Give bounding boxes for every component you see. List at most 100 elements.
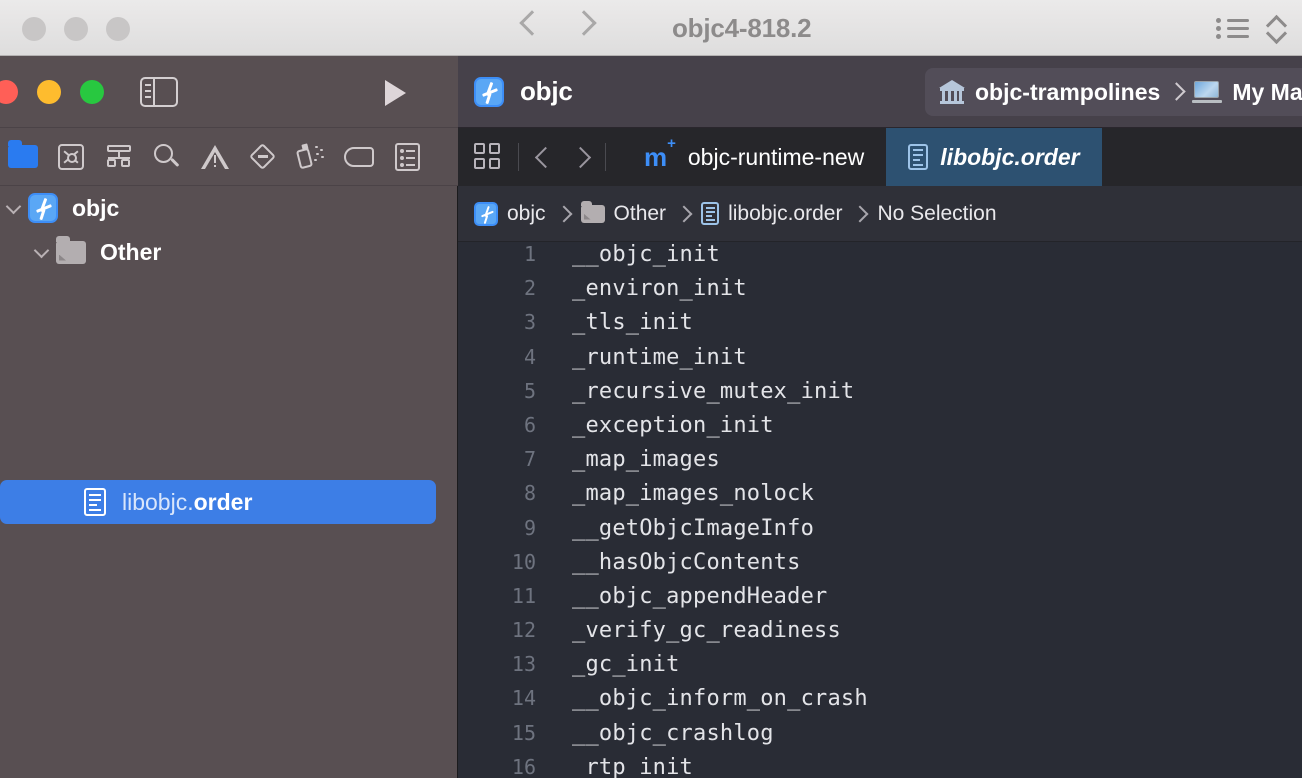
code-text: __objc_init (572, 242, 720, 267)
navigator-pane: objc Other libobjc. order (0, 56, 458, 778)
code-line: 3 _tls_init (458, 310, 1302, 344)
code-line: 4 _runtime_init (458, 345, 1302, 379)
os-navigation (520, 8, 592, 38)
list-icon[interactable] (1216, 16, 1250, 42)
sidebar-toggle-icon[interactable] (140, 77, 178, 107)
editor-tab-bar: m+ objc-runtime-new libobjc.order (458, 128, 1302, 186)
code-text: _map_images (572, 447, 720, 473)
tree-item-label: objc (72, 194, 120, 221)
breadcrumb-item-project[interactable]: objc (507, 202, 546, 226)
code-line: 1 __objc_init (458, 242, 1302, 276)
tree-item-libobjc-order[interactable]: libobjc. order (0, 480, 436, 524)
forward-chevron-icon[interactable] (575, 8, 592, 38)
editor-toolbar: objc objc-trampolines My Ma (458, 56, 1302, 128)
code-text: _tls_init (572, 310, 694, 336)
code-line: 6 _exception_init (458, 413, 1302, 447)
back-chevron-icon[interactable] (535, 143, 551, 171)
code-text: _recursive_mutex_init (572, 378, 855, 404)
close-button[interactable] (0, 80, 18, 104)
zoom-button[interactable] (80, 80, 104, 104)
divider (518, 143, 519, 171)
xcode-window: objc4-818.2 objc Other libobjc. order ob… (0, 0, 1302, 778)
tab-libobjc-order[interactable]: libobjc.order (886, 128, 1102, 186)
xcode-project-icon (28, 193, 58, 223)
code-line: 12 _verify_gc_readiness (458, 618, 1302, 652)
objcpp-file-icon: m+ (644, 135, 676, 172)
line-number: 3 (523, 310, 536, 335)
back-chevron-icon[interactable] (520, 8, 537, 38)
os-zoom-button[interactable] (106, 17, 130, 41)
sidebar-item-project-navigator[interactable] (6, 140, 40, 174)
breadcrumb-item-file[interactable]: libobjc.order (728, 202, 842, 226)
line-number: 11 (511, 583, 536, 608)
os-window-controls (22, 17, 130, 41)
editor-pane: objc objc-trampolines My Ma m+ objc-runt… (458, 56, 1302, 778)
line-number: 12 (511, 618, 536, 643)
sidebar-item-issue-navigator[interactable] (198, 140, 232, 174)
navigator-toolbar (0, 56, 458, 128)
line-number: 16 (511, 754, 536, 778)
os-title-bar-right (1216, 14, 1286, 44)
code-line: 16 _rtp_init (458, 755, 1302, 778)
line-number: 8 (523, 481, 536, 506)
chevron-right-icon (854, 204, 865, 224)
stepper-icon[interactable] (1266, 14, 1286, 44)
breadcrumb-item-selection[interactable]: No Selection (877, 202, 996, 226)
code-line: 10 __hasObjcContents (458, 550, 1302, 584)
forward-chevron-icon[interactable] (573, 143, 589, 171)
line-number: 1 (523, 242, 536, 266)
xcode-body: objc Other libobjc. order objc objc-tram… (0, 56, 1302, 778)
tree-item-label-bold: order (193, 488, 253, 515)
code-text: _exception_init (572, 412, 774, 438)
diamond-icon (249, 142, 277, 171)
code-text: _environ_init (572, 276, 747, 302)
code-text: _map_images_nolock (572, 481, 815, 507)
source-control-icon (58, 143, 84, 170)
scheme-target-label: objc-trampolines (975, 78, 1161, 105)
code-line: 7 _map_images (458, 447, 1302, 481)
line-number: 2 (523, 276, 536, 301)
xcode-project-icon (474, 76, 504, 107)
sidebar-item-find-navigator[interactable] (150, 140, 184, 174)
minimize-button[interactable] (37, 80, 61, 104)
laptop-icon (1192, 81, 1223, 103)
line-number: 6 (523, 412, 536, 437)
tree-item-other[interactable]: Other (0, 230, 458, 274)
sidebar-item-debug-navigator[interactable] (294, 140, 328, 174)
scheme-selector[interactable]: objc-trampolines My Mac (925, 68, 1302, 116)
code-line: 13 _gc_init (458, 652, 1302, 686)
sidebar-item-symbol-navigator[interactable] (102, 140, 136, 174)
navigator-filter-bar (0, 128, 458, 186)
spray-icon (295, 142, 326, 171)
code-text: __objc_inform_on_crash (572, 686, 868, 712)
os-minimize-button[interactable] (64, 17, 88, 41)
editor-options-icon[interactable] (474, 143, 502, 171)
chevron-right-icon (558, 204, 569, 224)
code-line: 9 __getObjcImageInfo (458, 516, 1302, 550)
folder-icon (8, 140, 38, 168)
sidebar-item-test-navigator[interactable] (246, 140, 280, 174)
code-text: _verify_gc_readiness (572, 618, 841, 644)
run-button[interactable] (385, 80, 406, 106)
breadcrumb-item-folder[interactable]: Other (614, 202, 667, 226)
document-icon (701, 202, 720, 225)
code-text: __hasObjcContents (572, 549, 801, 575)
library-icon (939, 80, 965, 104)
code-editor[interactable]: 1 __objc_init 2 _environ_init 3 _tls_init 4 _ru… (458, 242, 1302, 778)
line-number: 4 (523, 344, 536, 369)
project-navigator-tree: objc Other libobjc. order (0, 186, 458, 524)
sidebar-item-report-navigator[interactable] (390, 140, 424, 174)
tree-item-objc[interactable]: objc (0, 186, 458, 230)
chevron-right-icon (678, 204, 689, 224)
search-icon (153, 143, 181, 171)
sidebar-item-source-control-navigator[interactable] (54, 140, 88, 174)
disclosure-triangle-objc[interactable] (0, 201, 28, 215)
os-title-bar: objc4-818.2 (0, 0, 1302, 56)
code-text: _gc_init (572, 652, 680, 678)
disclosure-triangle-other[interactable] (28, 245, 56, 259)
sidebar-item-breakpoint-navigator[interactable] (342, 140, 376, 174)
tab-objc-runtime-new[interactable]: m+ objc-runtime-new (622, 128, 887, 186)
line-number: 13 (511, 652, 536, 677)
xcode-window-controls (0, 80, 104, 104)
os-close-button[interactable] (22, 17, 46, 41)
